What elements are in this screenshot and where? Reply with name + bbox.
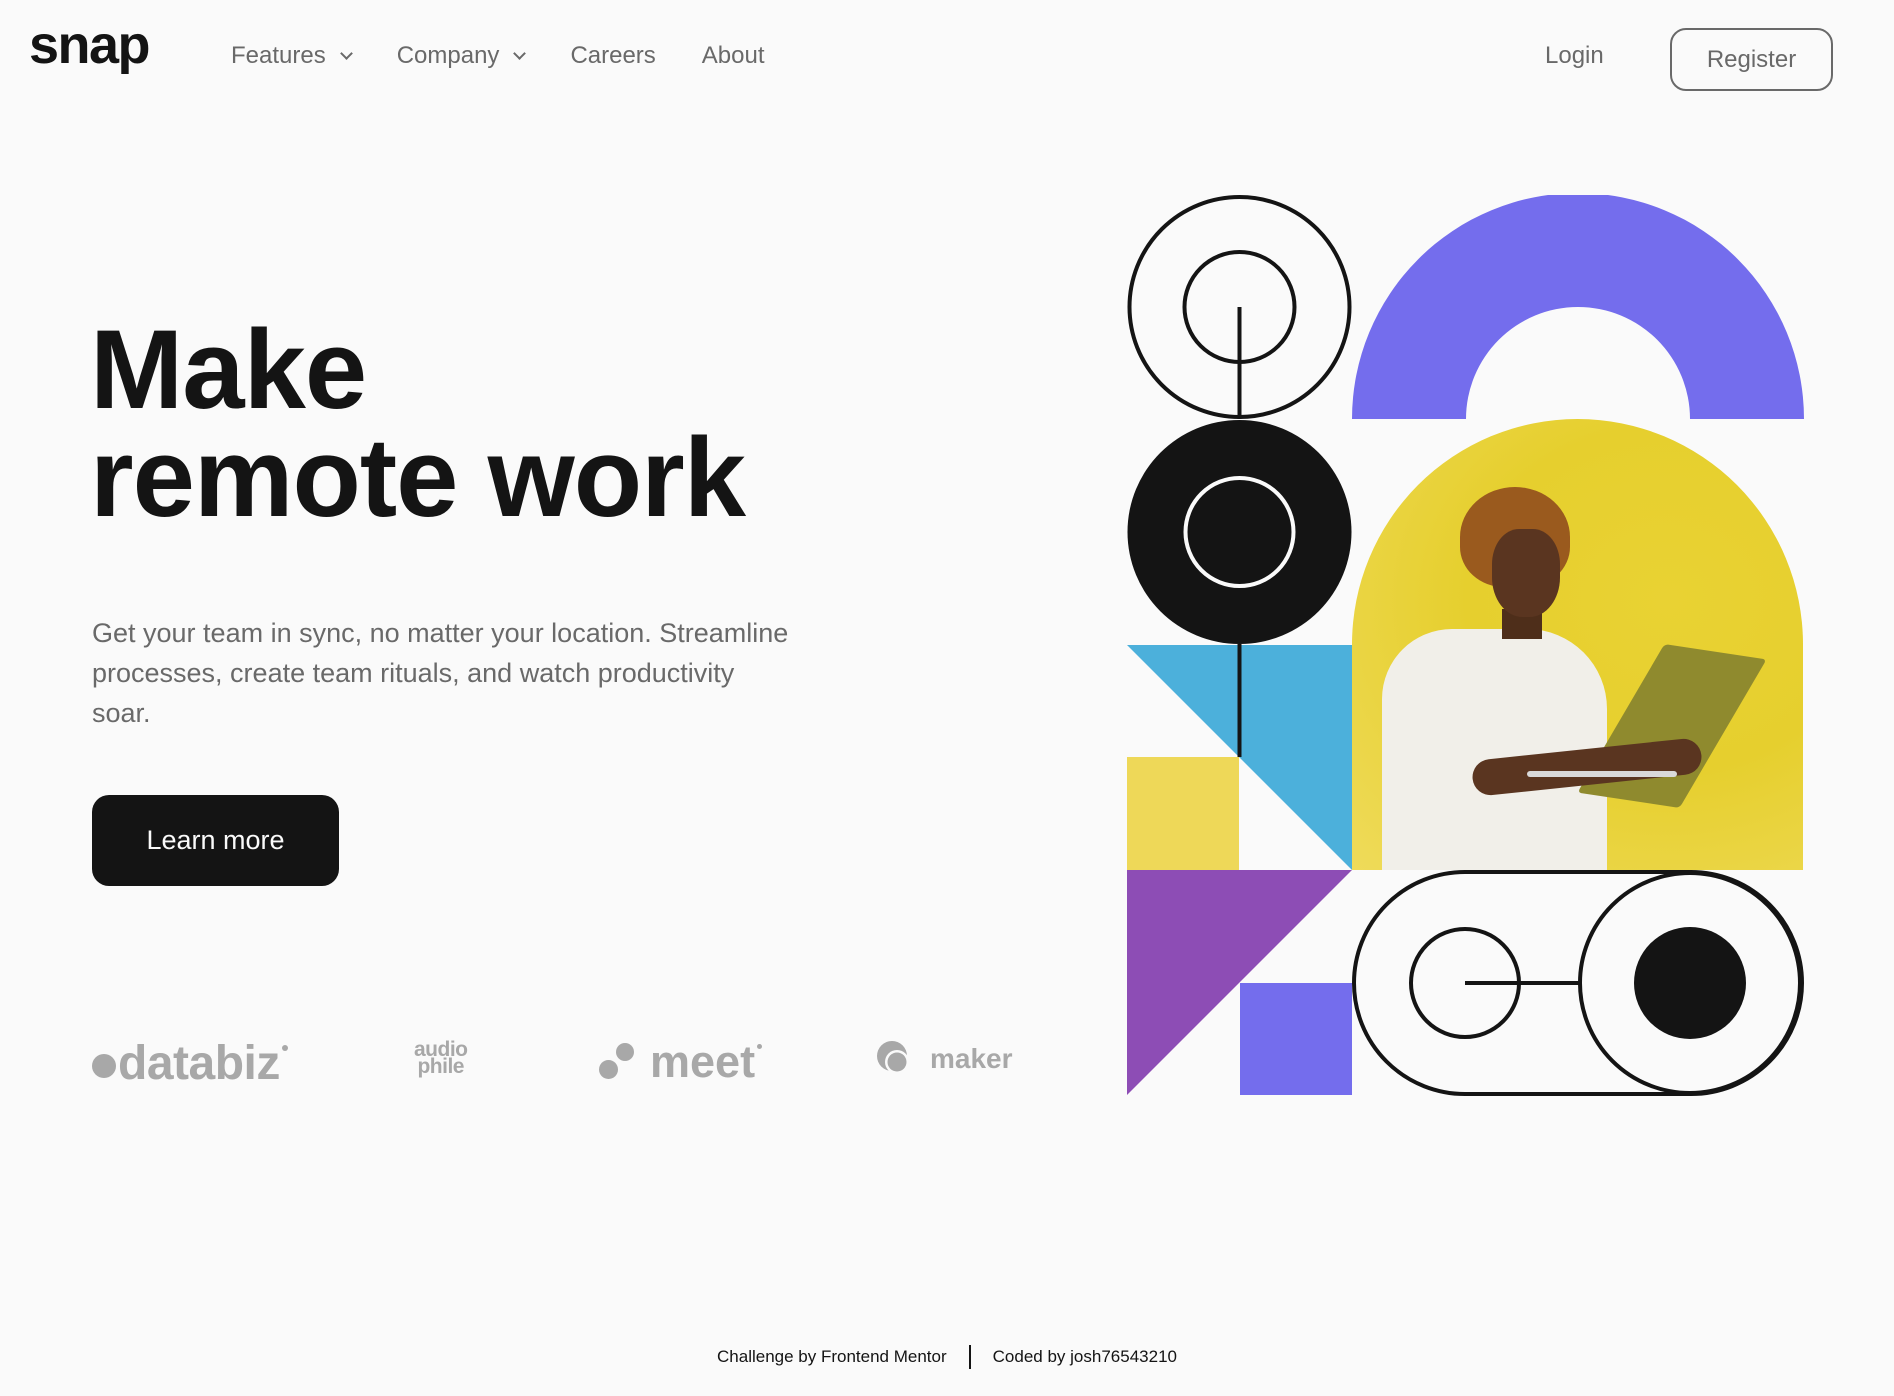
main-nav: Features Company Careers About	[231, 42, 811, 70]
hero-title-line-1: Make	[90, 307, 367, 432]
client-logo-audiophile: audio phile	[414, 1039, 468, 1078]
logo[interactable]: snap	[29, 18, 151, 72]
hero-description: Get your team in sync, no matter your lo…	[92, 618, 789, 728]
hero-title: Make remote work	[90, 314, 746, 534]
chevron-down-icon	[513, 46, 527, 60]
nav-careers[interactable]: Careers	[570, 42, 655, 70]
databiz-text: databiz	[118, 1037, 280, 1090]
meet-text: meet	[650, 1036, 756, 1087]
meet-dot-icon	[599, 1060, 618, 1079]
black-dot	[1634, 927, 1746, 1039]
hero-illustration	[1127, 195, 1804, 1097]
register-button[interactable]: Register	[1670, 28, 1833, 91]
maker-logo-icon	[877, 1041, 909, 1074]
meet-mark-icon	[757, 1044, 763, 1049]
hero-title-line-2: remote work	[90, 415, 746, 540]
nav-company[interactable]: Company	[396, 42, 527, 70]
nav-features-label: Features	[231, 42, 326, 69]
photo-laptop-base	[1527, 771, 1677, 777]
nav-features[interactable]: Features	[231, 42, 353, 70]
violet-square	[1240, 983, 1352, 1095]
chevron-down-icon	[339, 46, 353, 60]
nav-company-label: Company	[396, 42, 500, 69]
databiz-dot-icon	[92, 1054, 116, 1078]
yellow-square	[1127, 757, 1239, 870]
client-logo-meet: meet	[599, 1036, 763, 1088]
challenge-link[interactable]: Challenge by Frontend Mentor	[717, 1347, 947, 1367]
photo-face	[1492, 529, 1560, 617]
learn-more-button[interactable]: Learn more	[92, 795, 339, 886]
violet-arch	[1352, 195, 1804, 419]
databiz-mark-icon	[281, 1045, 288, 1051]
black-disc	[1127, 420, 1352, 644]
client-logo-databiz: databiz	[92, 1036, 288, 1091]
maker-text: maker	[930, 1043, 1013, 1074]
hero-photo	[1352, 419, 1803, 870]
client-logo-maker: maker	[876, 1040, 1013, 1078]
meet-dot-icon	[616, 1043, 634, 1061]
attribution: Challenge by Frontend Mentor Coded by jo…	[0, 1345, 1894, 1369]
divider	[968, 1345, 971, 1369]
audiophile-text-bottom: phile	[417, 1055, 464, 1078]
coded-by-link[interactable]: Coded by josh76543210	[993, 1347, 1177, 1367]
nav-about[interactable]: About	[702, 42, 765, 70]
login-link[interactable]: Login	[1545, 42, 1604, 70]
